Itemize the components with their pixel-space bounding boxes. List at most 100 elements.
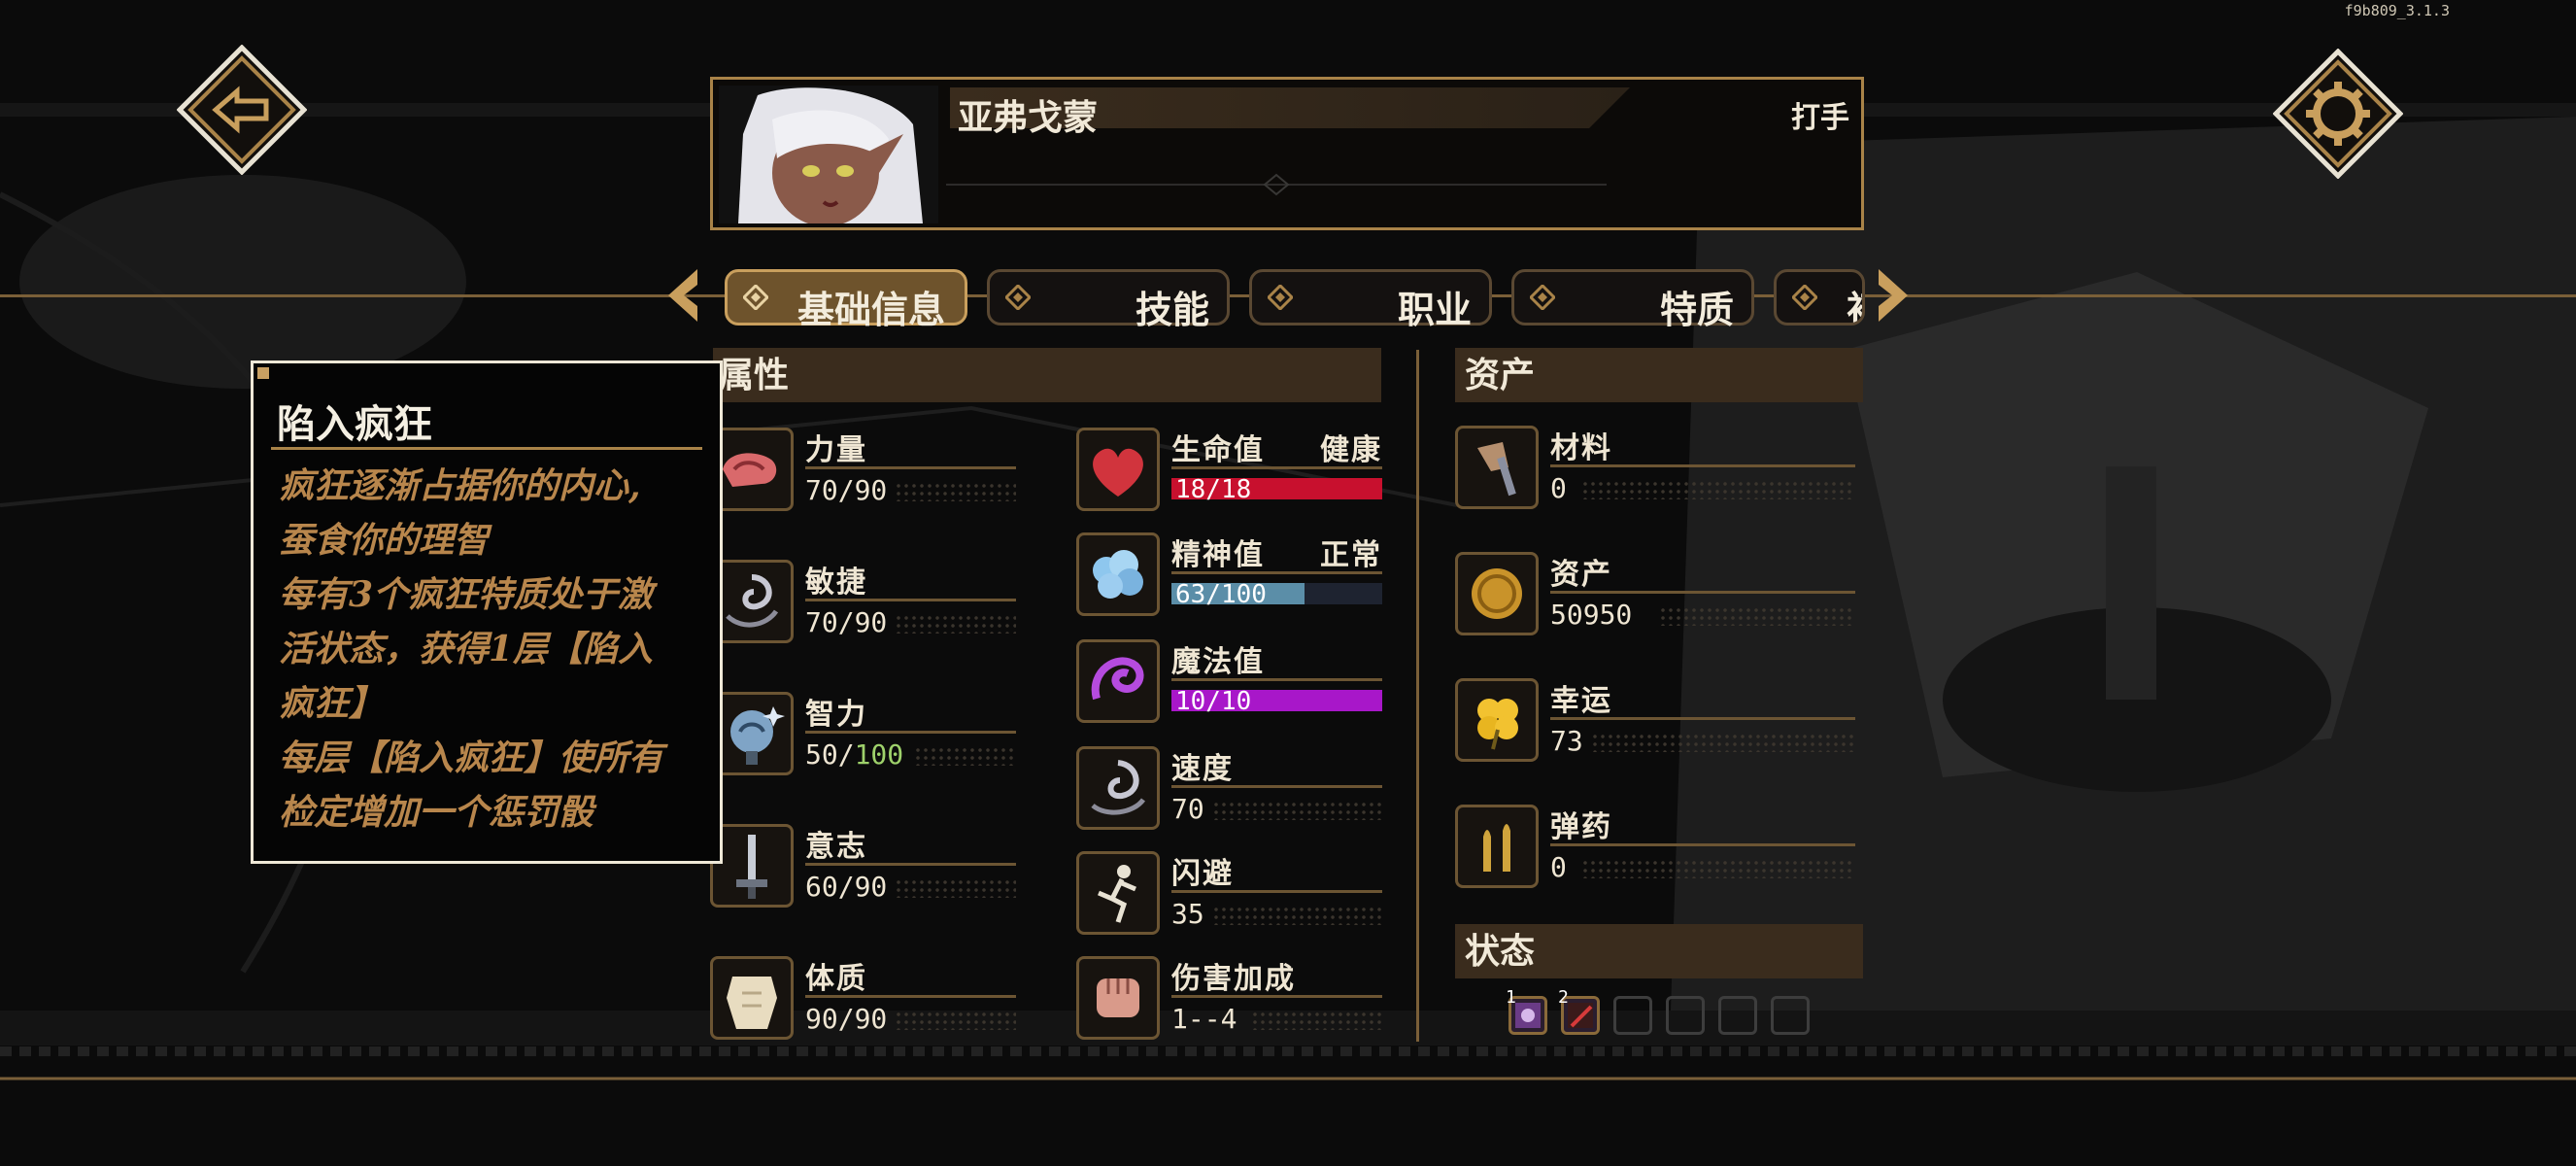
stat-state: 正常: [1320, 538, 1382, 572]
sword-will-icon: [736, 835, 767, 899]
asset-wealth[interactable]: 资产 50950: [1455, 552, 1855, 669]
health-value: 18/18: [1175, 475, 1252, 504]
asset-value: 0: [1550, 851, 1567, 883]
stat-intelligence[interactable]: 智力 50/100: [710, 692, 1016, 808]
asset-value: 73: [1550, 725, 1583, 757]
stat-sanity[interactable]: 精神值 正常 63/100: [1076, 532, 1382, 649]
tab-skills[interactable]: 技能: [987, 269, 1230, 331]
ammo-icon: [1483, 824, 1510, 872]
asset-value: 50950: [1550, 599, 1633, 631]
tab-label: 职业: [1397, 288, 1472, 331]
column-divider: [1416, 350, 1419, 1042]
stat-value: 70/90: [805, 606, 888, 638]
stat-name: 力量: [805, 433, 867, 467]
diamond-icon: [1005, 285, 1031, 310]
stat-name: 魔法值: [1171, 645, 1265, 679]
material-icon: [1477, 442, 1516, 497]
tooltip-line: 蚕食你的理智: [279, 520, 490, 561]
empty-status-slot: [1771, 996, 1810, 1035]
stat-value: 70/90: [805, 474, 888, 506]
bleed-icon: [1568, 1003, 1593, 1028]
tooltip-line: 疯狂】: [279, 683, 385, 724]
gold-coin-icon: [1472, 568, 1522, 619]
diamond-icon: [1792, 285, 1817, 310]
stat-mana[interactable]: 魔法值 10/10: [1076, 639, 1382, 756]
status-effect-slot[interactable]: 2: [1558, 987, 1600, 1035]
asset-luck[interactable]: 幸运 73: [1455, 678, 1855, 795]
character-name: 亚弗戈蒙: [958, 97, 1099, 138]
asset-value: 0: [1550, 472, 1567, 504]
stat-value: 35: [1171, 898, 1204, 930]
swirl-agility-icon: [726, 574, 779, 628]
sanity-bar: 63/100: [1171, 580, 1382, 609]
settings-button[interactable]: [2273, 49, 2403, 179]
torso-constitution-icon: [727, 977, 777, 1029]
dodge-figure-icon: [1098, 865, 1136, 923]
stat-name: 闪避: [1171, 857, 1234, 891]
trait-tooltip: 陷入疯狂 疯狂逐渐占据你的内心, 蚕食你的理智 每有3个疯狂特质处于激 活状态，…: [251, 360, 723, 864]
stat-will[interactable]: 意志 60/90: [710, 824, 1016, 941]
asset-name: 资产: [1550, 558, 1612, 592]
diamond-icon: [1530, 285, 1555, 310]
stat-name: 速度: [1171, 752, 1234, 786]
tooltip-divider: [271, 447, 702, 450]
tab-profession[interactable]: 职业: [1249, 269, 1492, 331]
stat-name: 精神值: [1171, 538, 1265, 572]
brain-head-icon: [730, 706, 785, 765]
asset-ammo[interactable]: 弹药 0: [1455, 805, 1855, 921]
stat-value: 50/100: [805, 738, 904, 771]
stat-dodge[interactable]: 闪避 35: [1076, 851, 1382, 968]
stat-speed[interactable]: 速度 70: [1076, 746, 1382, 863]
stat-strength[interactable]: 力量 70/90: [710, 428, 1016, 544]
tab-label: 初: [1847, 280, 1862, 323]
empty-status-slot: [1666, 996, 1705, 1035]
tab-partial[interactable]: 初: [1774, 269, 1865, 326]
character-header: 亚弗戈蒙 打手: [710, 77, 1864, 230]
empty-status-slot: [1613, 996, 1652, 1035]
health-bar: 18/18: [1171, 475, 1382, 504]
gear-icon: [2273, 49, 2403, 179]
assets-header: 资产: [1455, 348, 1863, 402]
asset-name: 弹药: [1550, 810, 1612, 844]
tooltip-line: 每层【陷入疯狂】使所有: [279, 737, 664, 778]
version-label: f9b809_3.1.3: [2344, 2, 2450, 19]
stat-value: 1--4: [1171, 1003, 1237, 1035]
madness-icon: [1515, 1003, 1541, 1028]
status-count: 1: [1506, 987, 1516, 1008]
character-portrait[interactable]: [719, 86, 938, 223]
diamond-icon: [743, 285, 768, 310]
tooltip-body: 疯狂逐渐占据你的内心, 蚕食你的理智 每有3个疯狂特质处于激 活状态，获得1层【…: [279, 459, 716, 840]
header-ornament: [946, 173, 1607, 196]
brain-sanity-icon: [1093, 550, 1143, 599]
back-arrow-icon: [177, 45, 307, 175]
status-count: 2: [1558, 987, 1569, 1008]
stat-state: 健康: [1320, 433, 1382, 467]
mana-bar: 10/10: [1171, 687, 1382, 716]
attributes-header: 属性: [713, 348, 1381, 402]
tab-basic-info[interactable]: 基础信息: [725, 269, 967, 331]
tooltip-line: 活状态，获得1层【陷入: [279, 629, 654, 669]
asset-materials[interactable]: 材料 0: [1455, 426, 1855, 542]
luck-clover-icon: [1477, 699, 1518, 750]
mana-value: 10/10: [1175, 687, 1252, 716]
speed-swirl-icon: [1091, 760, 1146, 815]
back-button[interactable]: [177, 45, 307, 175]
tab-traits[interactable]: 特质: [1511, 269, 1754, 331]
asset-name: 幸运: [1550, 684, 1612, 718]
diamond-icon: [1268, 285, 1293, 310]
stat-name: 生命值: [1171, 433, 1265, 467]
heart-icon: [1093, 448, 1143, 497]
status-effect-slot[interactable]: 1: [1506, 987, 1547, 1035]
tooltip-line: 疯狂逐渐占据你的内心,: [279, 465, 641, 506]
stat-name: 智力: [805, 698, 867, 732]
arm-muscle-icon: [723, 453, 777, 487]
stat-health[interactable]: 生命值 健康 18/18: [1076, 428, 1382, 544]
asset-name: 材料: [1550, 431, 1612, 465]
stat-name: 意志: [805, 830, 867, 864]
tab-label: 基础信息: [797, 288, 946, 331]
stat-name: 体质: [805, 962, 867, 996]
fist-icon: [1097, 978, 1139, 1017]
tooltip-title: 陷入疯狂: [277, 401, 432, 447]
stat-name: 敏捷: [805, 566, 867, 600]
stat-agility[interactable]: 敏捷 70/90: [710, 560, 1016, 676]
